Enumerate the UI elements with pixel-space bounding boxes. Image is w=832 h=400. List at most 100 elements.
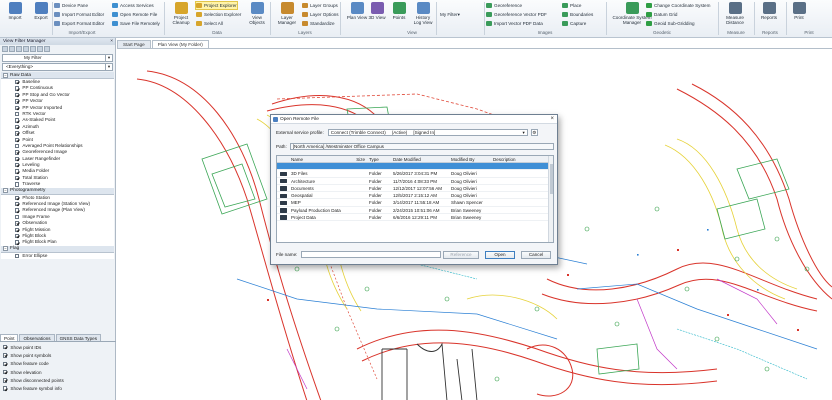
checkbox[interactable] <box>3 378 8 383</box>
open-remote-file-button[interactable]: Open Remote File <box>112 11 157 18</box>
column-header-size[interactable]: Size <box>351 156 369 162</box>
checkbox[interactable] <box>15 111 20 117</box>
rename-filter-icon[interactable] <box>30 46 36 52</box>
column-header-modified-by[interactable]: Modified By <box>451 156 493 162</box>
checkbox[interactable] <box>15 221 20 226</box>
tab-plan-view[interactable]: Plan View (My Folder) <box>151 40 209 48</box>
view-objects-button[interactable]: View Objects <box>246 2 268 28</box>
datum-grid-button[interactable]: Datum Grid <box>646 11 678 18</box>
checkbox[interactable] <box>15 150 20 155</box>
option-show-point-symbols[interactable]: Show point symbols <box>0 351 116 359</box>
place-button[interactable]: Place <box>562 2 582 9</box>
scrollbar-thumb[interactable] <box>549 164 553 194</box>
column-header-type[interactable]: Type <box>369 156 393 162</box>
points-button[interactable]: Points <box>388 2 410 28</box>
table-row[interactable]: 3D Files Folder 5/26/2017 3:04:31 PM Doug O… <box>277 170 553 178</box>
layer-options-button[interactable]: Layer Options <box>302 11 339 18</box>
layer-groups-button[interactable]: Layer Groups <box>302 2 338 9</box>
new-filter-icon[interactable] <box>2 46 8 52</box>
option-show-elevation[interactable]: Show elevation <box>0 368 116 376</box>
export-filter-icon[interactable] <box>44 46 50 52</box>
checkbox[interactable] <box>15 118 20 123</box>
section-header-photogrammetry[interactable]: − Photogrammetry <box>1 187 114 195</box>
change-coordinate-system-button[interactable]: Change Coordinate System <box>646 2 710 9</box>
checkbox[interactable] <box>15 156 20 162</box>
table-row[interactable]: MEP Folder 3/14/2017 11:55:18 AM Shawn Spen… <box>277 199 553 207</box>
service-settings-icon[interactable]: ⚙ <box>530 129 538 136</box>
checkbox[interactable] <box>3 361 8 366</box>
tab-gnss-data-types[interactable]: GNSS Data Types <box>55 334 102 341</box>
open-button[interactable]: Open <box>485 251 515 259</box>
checkbox[interactable] <box>15 214 20 220</box>
checkbox[interactable] <box>15 169 20 174</box>
checkbox[interactable] <box>3 353 8 358</box>
checkbox[interactable] <box>15 253 20 259</box>
checkbox[interactable] <box>3 344 8 350</box>
delete-filter-icon[interactable] <box>16 46 22 52</box>
filter-select[interactable]: My Filter ▾ <box>2 54 113 62</box>
print-button[interactable]: Print <box>788 2 810 28</box>
collapse-toggle-icon[interactable]: − <box>3 246 8 252</box>
project-explorer-button[interactable]: Project Explorer <box>195 1 238 10</box>
checkbox[interactable] <box>15 240 20 245</box>
file-name-input[interactable] <box>301 251 442 258</box>
checkbox[interactable] <box>15 175 20 181</box>
section-header-flag[interactable]: − Flag <box>1 245 114 253</box>
plan-view-button[interactable]: Plan View <box>346 2 368 28</box>
checkbox[interactable] <box>15 163 20 168</box>
checkbox[interactable] <box>15 131 20 136</box>
selection-explorer-button[interactable]: Selection Explorer <box>196 11 241 18</box>
file-list-scrollbar[interactable] <box>548 156 553 242</box>
table-row[interactable]: Project Data Folder 6/6/2016 12:29:11 PM Br… <box>277 214 553 222</box>
history-log-view-button[interactable]: History Log View <box>412 2 434 28</box>
tab-point[interactable]: Point <box>0 334 19 341</box>
save-file-remotely-button[interactable]: Save File Remotely <box>112 20 160 27</box>
column-header-description[interactable]: Description <box>493 156 533 162</box>
import-vector-pdf-data-button[interactable]: Import Vector PDF Data <box>486 20 543 27</box>
import-format-editor-button[interactable]: Import Format Editor <box>54 11 104 18</box>
access-services-button[interactable]: Access Services <box>112 2 154 9</box>
checkbox[interactable] <box>15 233 20 239</box>
select-all-button[interactable]: Select All <box>196 20 223 27</box>
column-header-date[interactable]: Date Modified <box>393 156 451 162</box>
layer-manager-button[interactable]: Layer Manager <box>276 2 298 28</box>
3d-view-button[interactable]: 3D View <box>366 2 388 28</box>
my-filter-select[interactable]: My Filter ▾ <box>440 11 460 18</box>
geoid-sub-gridding-button[interactable]: Geoid Sub-Gridding <box>646 20 695 27</box>
table-row[interactable] <box>277 163 553 171</box>
option-show-feature-symbol-info[interactable]: Show feature symbol info <box>0 384 116 392</box>
table-row[interactable]: Architecture Folder 11/7/2016 4:08:33 PM Do… <box>277 178 553 185</box>
device-pane-button[interactable]: Device Pane <box>54 2 88 9</box>
collapse-toggle-icon[interactable]: − <box>3 188 8 194</box>
save-filter-icon[interactable] <box>9 46 15 52</box>
boundaries-button[interactable]: Boundaries <box>562 11 593 18</box>
checkbox[interactable] <box>15 143 20 149</box>
checkbox[interactable] <box>15 99 20 104</box>
collapse-toggle-icon[interactable]: − <box>3 72 8 78</box>
option-show-feature-code[interactable]: Show feature code <box>0 360 116 368</box>
georeference-vector-pdf-button[interactable]: Georeference Vector PDF <box>486 11 547 18</box>
checkbox[interactable] <box>3 386 8 391</box>
checkbox[interactable] <box>15 80 20 85</box>
checkbox[interactable] <box>15 195 20 201</box>
checkbox[interactable] <box>15 124 20 130</box>
reference-button[interactable]: Reference <box>443 251 479 259</box>
close-icon[interactable]: × <box>550 115 554 124</box>
export-format-editor-button[interactable]: Export Format Editor <box>54 20 104 27</box>
export-button[interactable]: Export <box>30 2 52 28</box>
scope-select[interactable]: <Everything> ▾ <box>2 63 113 71</box>
table-row[interactable]: Payload Production Data Folder 2/24/2015 1… <box>277 207 553 215</box>
georeference-button[interactable]: Georeference <box>486 2 522 9</box>
option-show-point-ids[interactable]: Show point IDs <box>0 343 116 351</box>
checkbox[interactable] <box>15 202 20 207</box>
project-cleanup-button[interactable]: Project Cleanup <box>170 2 192 28</box>
tab-start-page[interactable]: Start Page <box>117 40 151 48</box>
standardize-button[interactable]: Standardize <box>302 20 335 27</box>
cancel-button[interactable]: Cancel <box>521 251 551 259</box>
panel-close-icon[interactable]: × <box>110 38 115 45</box>
reports-button[interactable]: Reports <box>758 2 780 28</box>
section-header-raw-data[interactable]: − Raw Data <box>1 72 114 79</box>
table-row[interactable]: Documents Folder 12/12/2017 12:07:56 AM Dou… <box>277 185 553 193</box>
column-header-name[interactable]: Name <box>291 156 351 162</box>
checkbox[interactable] <box>15 182 20 187</box>
